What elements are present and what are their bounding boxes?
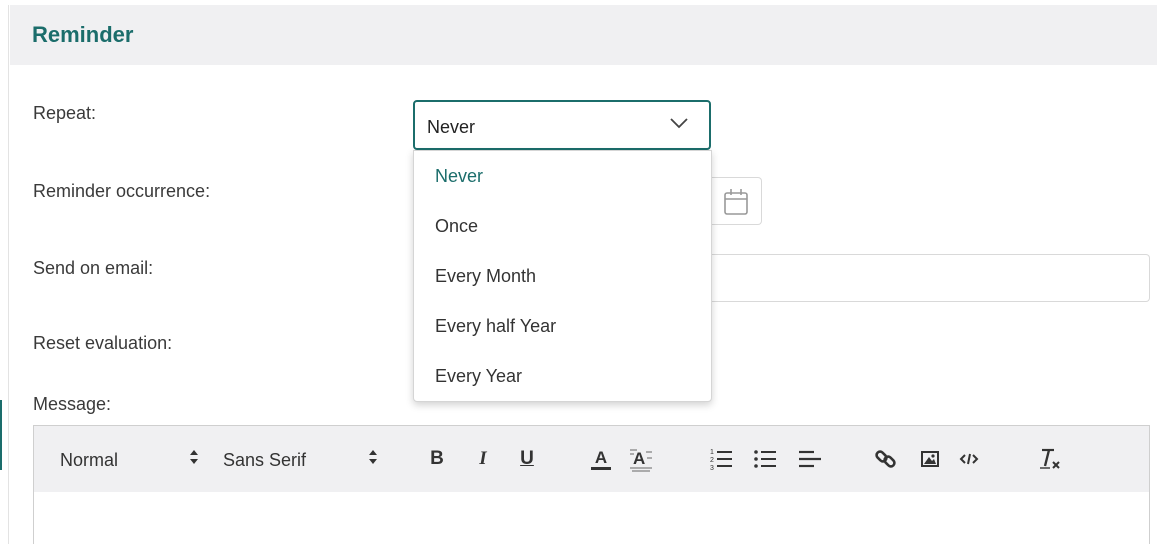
bold-icon[interactable]: B <box>427 446 447 472</box>
repeat-option-every-year[interactable]: Every Year <box>414 351 711 401</box>
reminder-occurrence-label: Reminder occurrence: <box>33 181 211 201</box>
italic-icon[interactable]: I <box>473 446 493 472</box>
repeat-select-value: Never <box>427 117 476 137</box>
message-editor: Normal Sans Serif B I U A A 123 <box>33 425 1150 545</box>
ordered-list-icon[interactable]: 123 <box>709 446 733 472</box>
image-icon[interactable] <box>920 446 940 472</box>
underline-icon[interactable]: U <box>516 446 538 472</box>
panel-title: Reminder <box>32 22 134 47</box>
link-icon[interactable] <box>874 446 898 472</box>
svg-text:3: 3 <box>710 465 714 472</box>
send-on-email-input[interactable] <box>711 254 1150 302</box>
background-color-icon[interactable]: A <box>629 446 653 472</box>
svg-text:2: 2 <box>710 457 714 464</box>
font-size-picker[interactable]: Normal <box>60 450 118 471</box>
repeat-option-once[interactable]: Once <box>414 201 711 251</box>
font-family-picker[interactable]: Sans Serif <box>223 450 306 471</box>
panel-header: Reminder <box>10 5 1157 65</box>
calendar-icon <box>724 189 748 215</box>
align-left-icon[interactable] <box>798 446 822 472</box>
repeat-dropdown-menu: Never Once Every Month Every half Year E… <box>413 150 712 402</box>
message-editor-body[interactable] <box>34 492 1149 545</box>
repeat-option-never[interactable]: Never <box>414 151 711 201</box>
message-label: Message: <box>33 394 112 414</box>
chevron-down-icon <box>670 118 688 129</box>
text-color-bar <box>591 466 611 470</box>
editor-toolbar: Normal Sans Serif B I U A A 123 <box>34 426 1149 492</box>
clear-format-icon[interactable] <box>1038 446 1062 472</box>
accent-edge <box>0 400 2 470</box>
date-picker-button[interactable] <box>711 177 762 225</box>
repeat-option-every-month[interactable]: Every Month <box>414 251 711 301</box>
panel-left-border <box>8 5 9 544</box>
text-color-icon[interactable]: A <box>589 446 613 472</box>
font-size-arrows-icon[interactable] <box>189 449 199 465</box>
repeat-label: Repeat: <box>33 103 97 123</box>
send-on-email-label: Send on email: <box>33 258 154 278</box>
reset-evaluation-label: Reset evaluation: <box>33 333 173 353</box>
svg-text:A: A <box>633 449 645 468</box>
text-color-letter: A <box>594 447 608 467</box>
repeat-option-every-half-year[interactable]: Every half Year <box>414 301 711 351</box>
bullet-list-icon[interactable] <box>753 446 777 472</box>
font-family-arrows-icon[interactable] <box>368 449 378 465</box>
svg-text:1: 1 <box>710 449 714 456</box>
code-icon[interactable] <box>959 446 979 472</box>
repeat-select[interactable]: Never <box>413 100 711 150</box>
